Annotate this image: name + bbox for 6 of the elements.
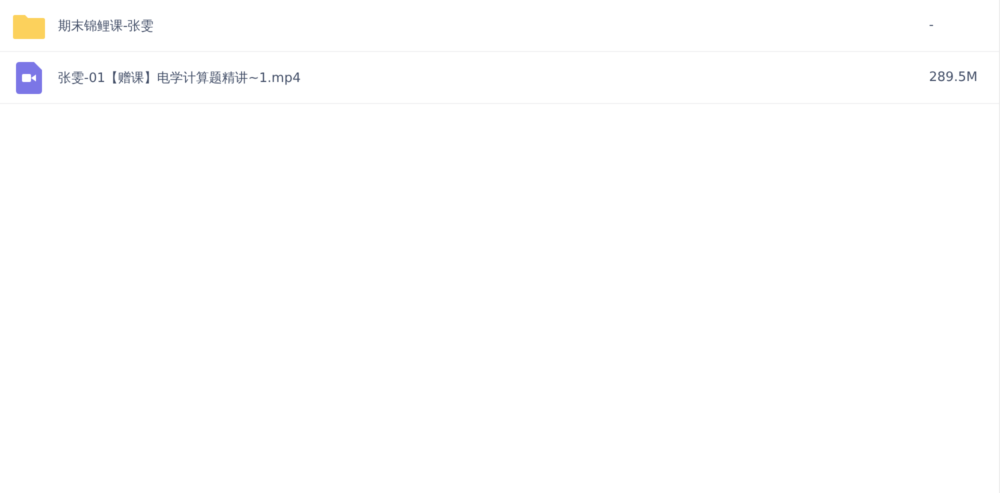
folder-icon [13,12,45,38]
file-name[interactable]: 期末锦鲤课-张雯 [58,16,929,34]
video-file-icon [16,62,42,94]
file-name[interactable]: 张雯-01【赠课】电学计算题精讲~1.mp4 [58,68,929,86]
file-size: - [929,18,935,33]
file-size: 289.5M [929,70,978,85]
